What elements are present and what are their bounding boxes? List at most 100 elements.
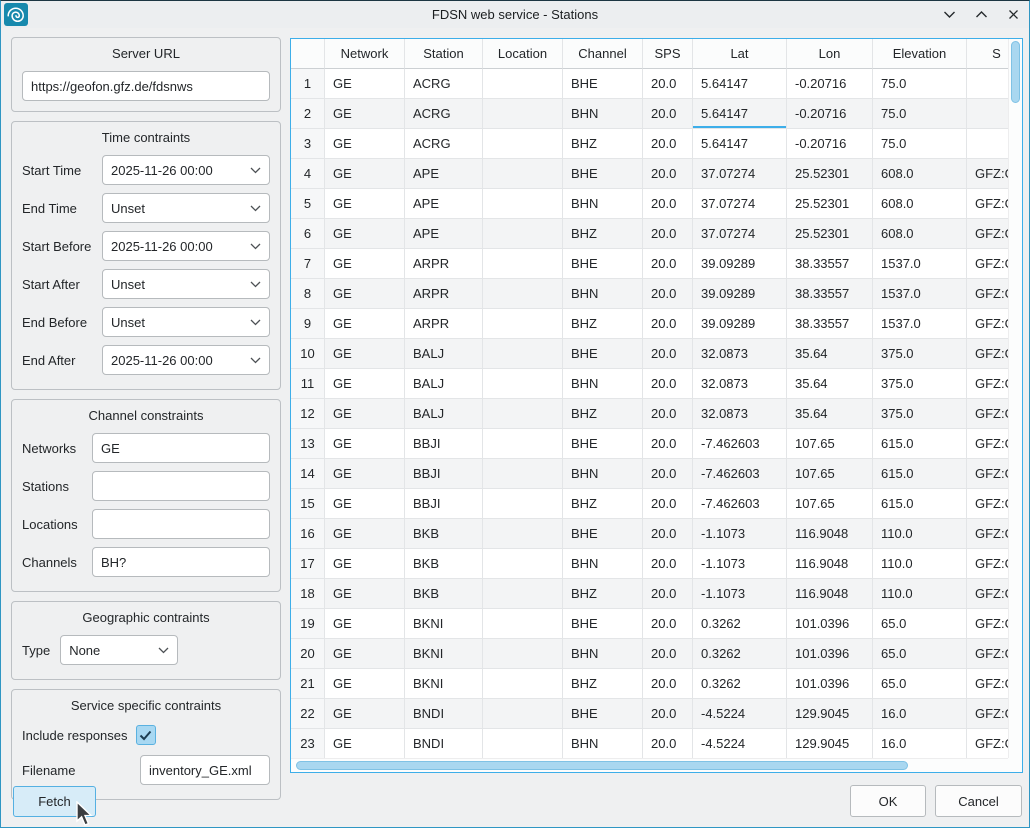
table-cell[interactable]: 20.0 (643, 729, 693, 758)
table-cell[interactable]: -1.1073 (693, 579, 787, 609)
table-cell[interactable]: BHE (563, 699, 643, 729)
table-cell[interactable]: GE (325, 159, 405, 189)
table-cell[interactable] (483, 399, 563, 429)
table-cell[interactable] (483, 159, 563, 189)
table-cell[interactable]: 1537.0 (873, 249, 967, 279)
table-cell[interactable]: GE (325, 519, 405, 549)
table-cell[interactable]: 35.64 (787, 369, 873, 399)
table-cell[interactable]: ACRG (405, 99, 483, 129)
table-cell[interactable]: 608.0 (873, 189, 967, 219)
table-cell[interactable]: BKNI (405, 639, 483, 669)
end-before-select[interactable]: Unset (102, 307, 270, 337)
table-cell[interactable]: BHZ (563, 309, 643, 339)
row-number[interactable]: 4 (291, 159, 325, 189)
table-cell[interactable]: GE (325, 429, 405, 459)
table-cell[interactable]: BHE (563, 519, 643, 549)
table-cell[interactable]: 38.33557 (787, 309, 873, 339)
row-number[interactable]: 1 (291, 69, 325, 99)
table-cell[interactable]: ACRG (405, 69, 483, 99)
table-cell[interactable]: -4.5224 (693, 699, 787, 729)
table-cell[interactable]: 129.9045 (787, 729, 873, 758)
table-cell[interactable]: 20.0 (643, 189, 693, 219)
table-cell[interactable]: 39.09289 (693, 309, 787, 339)
row-number[interactable]: 15 (291, 489, 325, 519)
horizontal-scrollbar-thumb[interactable] (296, 761, 908, 770)
table-cell[interactable]: -0.20716 (787, 129, 873, 159)
table-cell[interactable]: -1.1073 (693, 519, 787, 549)
end-after-select[interactable]: 2025-11-26 00:00 (102, 345, 270, 375)
table-cell[interactable]: 25.52301 (787, 159, 873, 189)
close-button[interactable] (1005, 7, 1021, 23)
start-after-select[interactable]: Unset (102, 269, 270, 299)
maximize-button[interactable] (973, 7, 989, 23)
row-number[interactable]: 13 (291, 429, 325, 459)
table-cell[interactable]: BALJ (405, 339, 483, 369)
table-cell[interactable]: 20.0 (643, 69, 693, 99)
table-cell[interactable]: 5.64147 (693, 99, 787, 129)
table-cell[interactable]: 375.0 (873, 369, 967, 399)
column-header[interactable]: Station (405, 39, 483, 69)
table-cell[interactable]: GE (325, 309, 405, 339)
table-cell[interactable] (967, 129, 1008, 159)
table-cell[interactable]: GFZ:G (967, 219, 1008, 249)
table-cell[interactable]: BALJ (405, 399, 483, 429)
table-cell[interactable]: GE (325, 99, 405, 129)
row-number[interactable]: 20 (291, 639, 325, 669)
table-cell[interactable]: 615.0 (873, 429, 967, 459)
title-bar[interactable]: FDSN web service - Stations (1, 1, 1029, 28)
table-cell[interactable]: BHE (563, 429, 643, 459)
stations-input[interactable] (92, 471, 270, 501)
table-cell[interactable]: 65.0 (873, 639, 967, 669)
table-cell[interactable]: GFZ:G (967, 159, 1008, 189)
table-cell[interactable]: GE (325, 489, 405, 519)
table-cell[interactable]: GE (325, 369, 405, 399)
start-time-select[interactable]: 2025-11-26 00:00 (102, 155, 270, 185)
table-cell[interactable]: 1537.0 (873, 309, 967, 339)
table-cell[interactable]: BKB (405, 519, 483, 549)
row-number[interactable]: 19 (291, 609, 325, 639)
row-number[interactable]: 10 (291, 339, 325, 369)
table-cell[interactable] (483, 99, 563, 129)
table-cell[interactable]: GFZ:G (967, 489, 1008, 519)
table-cell[interactable]: 32.0873 (693, 339, 787, 369)
table-cell[interactable] (483, 429, 563, 459)
table-cell[interactable]: 20.0 (643, 219, 693, 249)
table-cell[interactable]: GFZ:G (967, 639, 1008, 669)
row-number[interactable]: 7 (291, 249, 325, 279)
table-cell[interactable] (483, 309, 563, 339)
end-time-select[interactable]: Unset (102, 193, 270, 223)
column-header[interactable]: Lon (787, 39, 873, 69)
table-cell[interactable]: APE (405, 159, 483, 189)
column-header[interactable]: Network (325, 39, 405, 69)
table-cell[interactable]: 38.33557 (787, 249, 873, 279)
table-cell[interactable]: GFZ:G (967, 279, 1008, 309)
column-header[interactable]: Channel (563, 39, 643, 69)
table-cell[interactable]: -1.1073 (693, 549, 787, 579)
table-cell[interactable]: 20.0 (643, 159, 693, 189)
table-cell[interactable]: 39.09289 (693, 279, 787, 309)
table-cell[interactable]: 116.9048 (787, 579, 873, 609)
table-cell[interactable]: BHN (563, 99, 643, 129)
table-cell[interactable]: GE (325, 249, 405, 279)
channels-input[interactable] (92, 547, 270, 577)
table-cell[interactable]: APE (405, 219, 483, 249)
networks-input[interactable] (92, 433, 270, 463)
row-number[interactable]: 3 (291, 129, 325, 159)
table-cell[interactable]: BHZ (563, 669, 643, 699)
row-number[interactable]: 18 (291, 579, 325, 609)
table-cell[interactable]: -7.462603 (693, 459, 787, 489)
table-cell[interactable]: GFZ:G (967, 399, 1008, 429)
cancel-button[interactable]: Cancel (935, 785, 1022, 817)
table-cell[interactable]: GFZ:G (967, 549, 1008, 579)
table-cell[interactable] (483, 129, 563, 159)
table-cell[interactable]: BNDI (405, 729, 483, 758)
table-cell[interactable]: BNDI (405, 699, 483, 729)
table-cell[interactable] (483, 699, 563, 729)
table-cell[interactable]: BHE (563, 249, 643, 279)
table-cell[interactable]: 20.0 (643, 519, 693, 549)
table-cell[interactable]: BKB (405, 549, 483, 579)
table-cell[interactable]: BHN (563, 189, 643, 219)
row-number[interactable]: 21 (291, 669, 325, 699)
table-cell[interactable]: 16.0 (873, 729, 967, 758)
table-cell[interactable]: 75.0 (873, 69, 967, 99)
